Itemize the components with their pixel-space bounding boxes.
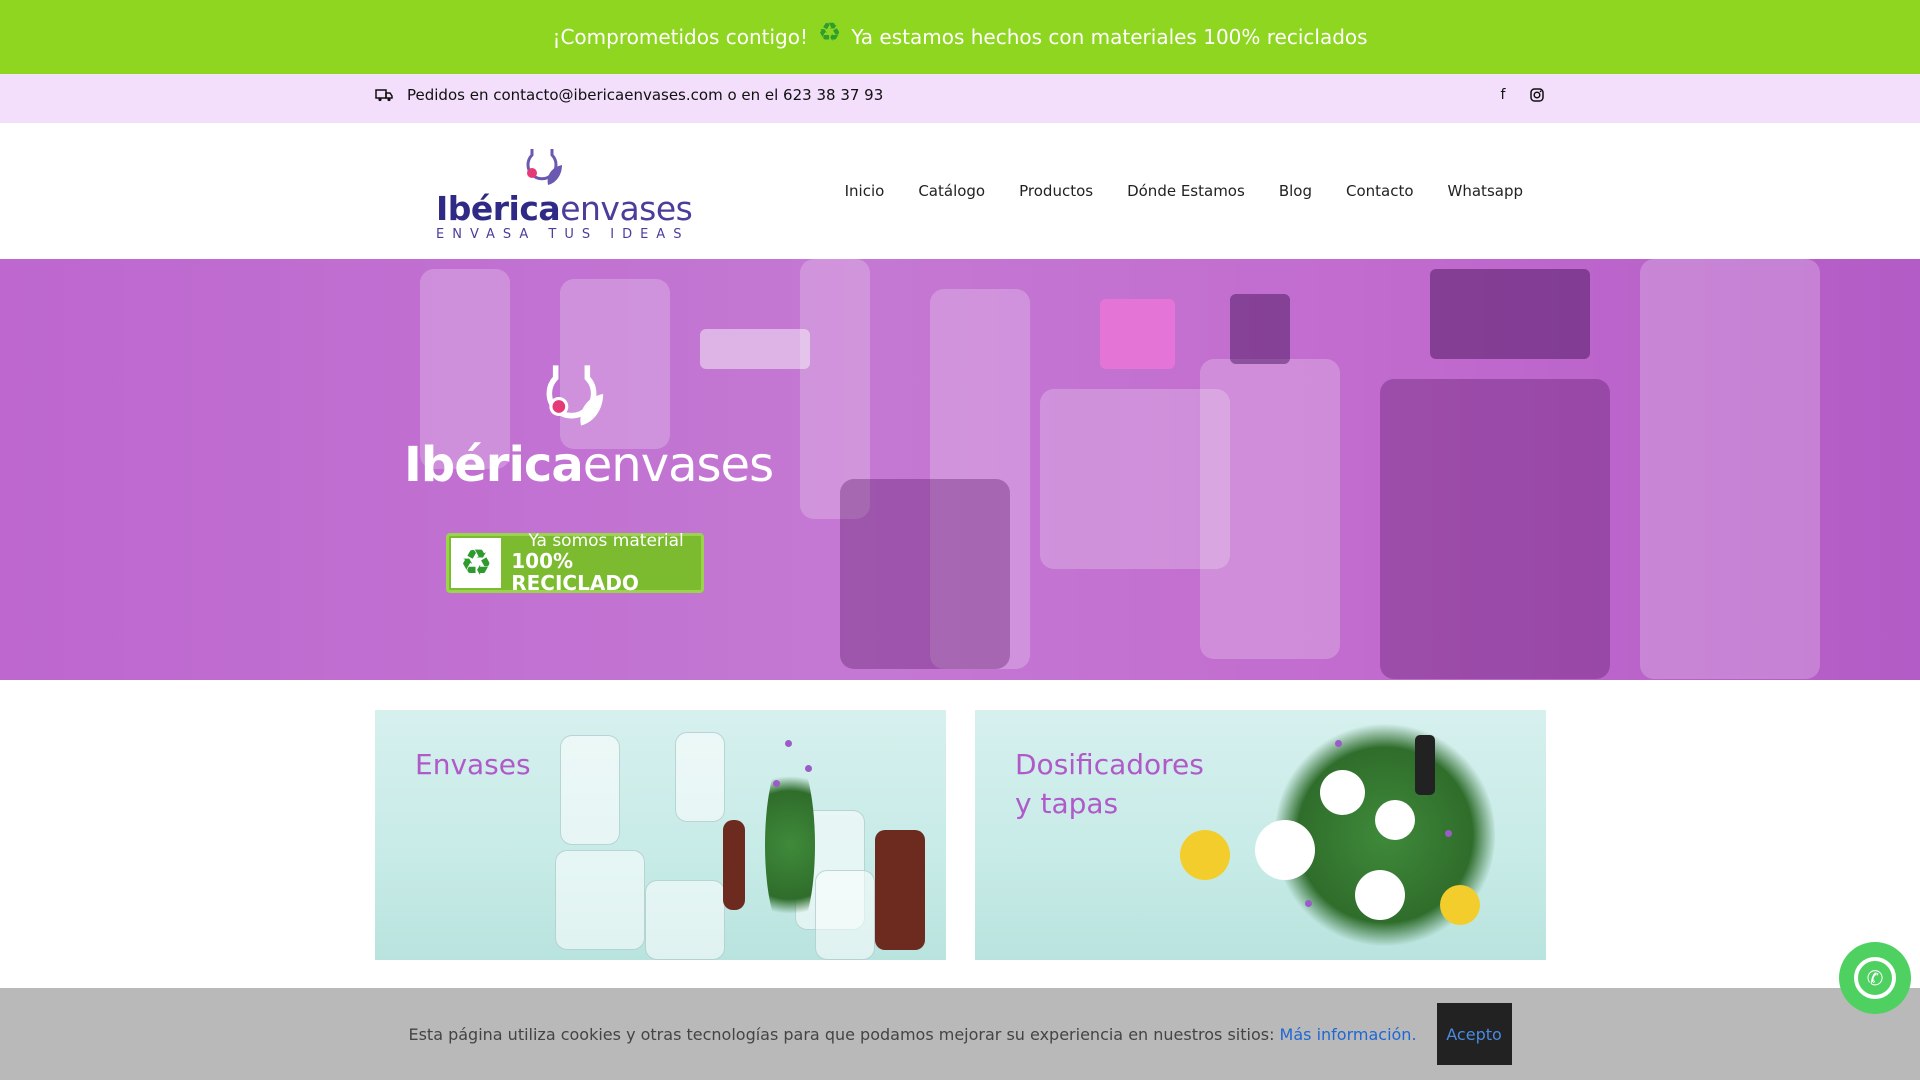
nav-item-whatsapp[interactable]: Whatsapp (1448, 182, 1523, 200)
promo-text-start: ¡Comprometidos contigo! (552, 25, 809, 49)
card-flower (773, 780, 780, 787)
cookie-text: Esta página utiliza cookies y otras tecn… (408, 1024, 1275, 1044)
card-bottle-shape (560, 735, 620, 845)
logo-wordmark: Ibéricaenvases (436, 189, 693, 228)
hero-banner: Ibéricaenvases ♻ Ya somos material 100% … (0, 259, 1920, 680)
nav-item-blog[interactable]: Blog (1279, 182, 1312, 200)
logo-mark-icon (526, 149, 562, 185)
contact-info: Pedidos en contacto@ibericaenvases.com o… (375, 86, 883, 104)
nav-item-productos[interactable]: Productos (1019, 182, 1093, 200)
top-contact-bar: Pedidos en contacto@ibericaenvases.com o… (0, 74, 1920, 123)
instagram-icon[interactable] (1530, 88, 1544, 102)
site-header: Ibéricaenvases ENVASA TUS IDEAS Inicio C… (0, 123, 1920, 259)
hero-amber-bottle (1380, 379, 1610, 679)
card-pump-shape (1415, 735, 1435, 795)
badge-line-2: 100% RECICLADO (511, 549, 639, 596)
card-title: Dosificadores y tapas (1015, 748, 1204, 820)
nav-item-catalogo[interactable]: Catálogo (918, 182, 985, 200)
hero-pink-jar (1100, 299, 1175, 369)
nav-item-inicio[interactable]: Inicio (845, 182, 885, 200)
nav-item-contacto[interactable]: Contacto (1346, 182, 1414, 200)
hero-granules-jar (840, 479, 1010, 669)
card-bottle-shape (675, 732, 725, 822)
card-yellow-cap (1180, 830, 1230, 880)
category-card-envases[interactable]: Envases (375, 710, 946, 960)
recycled-badge: ♻ Ya somos material 100% RECICLADO (446, 530, 704, 596)
hero-trigger-sprayer (1430, 269, 1590, 359)
accept-cookies-button[interactable]: Acepto (1436, 1003, 1512, 1065)
card-flower (1305, 900, 1312, 907)
nav-item-donde-estamos[interactable]: Dónde Estamos (1127, 182, 1245, 200)
card-flower (1445, 830, 1452, 837)
hero-bottle-shape (1200, 359, 1340, 659)
card-jar-shape (555, 850, 645, 950)
facebook-icon[interactable]: f (1496, 88, 1510, 102)
card-cap-shape (1255, 820, 1315, 880)
recycle-icon: ♻ (451, 538, 502, 588)
promo-banner: ¡Comprometidos contigo! ♻ Ya estamos hec… (0, 0, 1920, 74)
more-info-link[interactable]: Más información. (1280, 1025, 1417, 1044)
card-cap-shape (1355, 870, 1405, 920)
truck-icon (375, 89, 393, 102)
whatsapp-icon: ✆ (1854, 957, 1896, 999)
card-jar-shape (645, 880, 725, 960)
main-nav: Inicio Catálogo Productos Dónde Estamos … (845, 123, 1523, 259)
card-flower (805, 765, 812, 772)
card-amber-bottle (723, 820, 745, 910)
logo-tagline: ENVASA TUS IDEAS (436, 227, 690, 242)
site-logo[interactable]: Ibéricaenvases ENVASA TUS IDEAS (436, 143, 693, 243)
hero-logo: Ibéricaenvases (404, 357, 784, 507)
hero-wordmark: Ibéricaenvases (404, 437, 774, 493)
card-cap-shape (1320, 770, 1365, 815)
card-cap-shape (1375, 800, 1415, 840)
card-plant-shape (765, 750, 815, 940)
recycle-icon: ♻ (818, 18, 842, 48)
social-links: f (1496, 88, 1544, 102)
badge-line-1: Ya somos material (528, 530, 684, 551)
hero-bottle-shape (1640, 259, 1820, 679)
contact-text: Pedidos en contacto@ibericaenvases.com o… (407, 86, 884, 104)
card-amber-bottle (875, 830, 925, 950)
hero-sprayer-shape (1230, 294, 1290, 364)
card-title: Envases (415, 748, 531, 781)
card-flower (1335, 740, 1342, 747)
card-yellow-cap (1440, 885, 1480, 925)
cookie-banner: Esta página utiliza cookies y otras tecn… (0, 988, 1920, 1080)
card-flower (785, 740, 792, 747)
promo-text-end: Ya estamos hechos con materiales 100% re… (851, 25, 1368, 49)
category-card-dosificadores[interactable]: Dosificadores y tapas (975, 710, 1546, 960)
hero-logo-mark-icon (546, 365, 604, 426)
whatsapp-float-button[interactable]: ✆ (1839, 942, 1911, 1014)
card-jar-shape (815, 870, 875, 960)
